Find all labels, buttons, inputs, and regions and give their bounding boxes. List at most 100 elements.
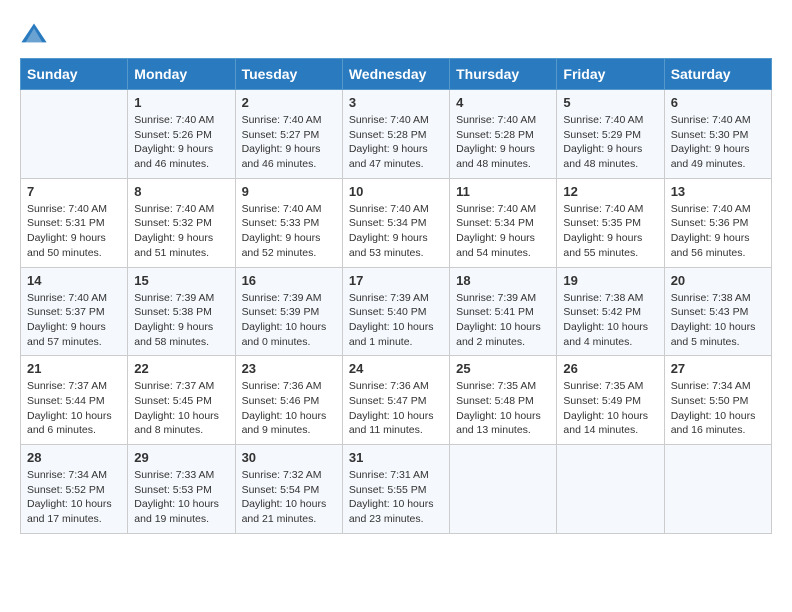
day-number: 5 [563,95,658,110]
sunset-text: Sunset: 5:32 PM [134,217,212,229]
calendar-cell [557,445,664,534]
day-number: 21 [27,361,122,376]
day-number: 1 [134,95,229,110]
sunrise-text: Sunrise: 7:35 AM [563,380,643,392]
daylight-text: Daylight: 9 hours and 58 minutes. [134,321,213,348]
cell-info: Sunrise: 7:34 AM Sunset: 5:50 PM Dayligh… [671,379,766,438]
sunrise-text: Sunrise: 7:40 AM [671,203,751,215]
day-number: 8 [134,184,229,199]
day-number: 12 [563,184,658,199]
day-number: 26 [563,361,658,376]
calendar-cell: 16 Sunrise: 7:39 AM Sunset: 5:39 PM Dayl… [235,267,342,356]
day-number: 6 [671,95,766,110]
day-number: 15 [134,273,229,288]
sunrise-text: Sunrise: 7:40 AM [134,114,214,126]
daylight-text: Daylight: 9 hours and 56 minutes. [671,232,750,259]
daylight-text: Daylight: 9 hours and 46 minutes. [134,143,213,170]
day-number: 29 [134,450,229,465]
calendar-cell: 20 Sunrise: 7:38 AM Sunset: 5:43 PM Dayl… [664,267,771,356]
sunset-text: Sunset: 5:26 PM [134,129,212,141]
day-number: 2 [242,95,337,110]
calendar-cell [450,445,557,534]
sunrise-text: Sunrise: 7:40 AM [349,203,429,215]
calendar-cell: 29 Sunrise: 7:33 AM Sunset: 5:53 PM Dayl… [128,445,235,534]
sunrise-text: Sunrise: 7:31 AM [349,469,429,481]
sunrise-text: Sunrise: 7:38 AM [563,292,643,304]
calendar-cell: 17 Sunrise: 7:39 AM Sunset: 5:40 PM Dayl… [342,267,449,356]
cell-info: Sunrise: 7:40 AM Sunset: 5:30 PM Dayligh… [671,113,766,172]
weekday-header: Thursday [450,59,557,90]
day-number: 25 [456,361,551,376]
calendar-table: SundayMondayTuesdayWednesdayThursdayFrid… [20,58,772,534]
cell-info: Sunrise: 7:34 AM Sunset: 5:52 PM Dayligh… [27,468,122,527]
calendar-cell [664,445,771,534]
sunrise-text: Sunrise: 7:34 AM [27,469,107,481]
cell-info: Sunrise: 7:39 AM Sunset: 5:38 PM Dayligh… [134,291,229,350]
logo-icon [20,20,48,48]
sunset-text: Sunset: 5:47 PM [349,395,427,407]
cell-info: Sunrise: 7:40 AM Sunset: 5:32 PM Dayligh… [134,202,229,261]
calendar-cell: 24 Sunrise: 7:36 AM Sunset: 5:47 PM Dayl… [342,356,449,445]
cell-info: Sunrise: 7:36 AM Sunset: 5:46 PM Dayligh… [242,379,337,438]
daylight-text: Daylight: 10 hours and 17 minutes. [27,498,112,525]
sunrise-text: Sunrise: 7:40 AM [349,114,429,126]
day-number: 18 [456,273,551,288]
day-number: 16 [242,273,337,288]
calendar-week-row: 21 Sunrise: 7:37 AM Sunset: 5:44 PM Dayl… [21,356,772,445]
sunrise-text: Sunrise: 7:32 AM [242,469,322,481]
daylight-text: Daylight: 10 hours and 14 minutes. [563,410,648,437]
calendar-cell: 28 Sunrise: 7:34 AM Sunset: 5:52 PM Dayl… [21,445,128,534]
day-number: 19 [563,273,658,288]
calendar-cell: 22 Sunrise: 7:37 AM Sunset: 5:45 PM Dayl… [128,356,235,445]
cell-info: Sunrise: 7:32 AM Sunset: 5:54 PM Dayligh… [242,468,337,527]
cell-info: Sunrise: 7:33 AM Sunset: 5:53 PM Dayligh… [134,468,229,527]
daylight-text: Daylight: 10 hours and 23 minutes. [349,498,434,525]
calendar-cell: 27 Sunrise: 7:34 AM Sunset: 5:50 PM Dayl… [664,356,771,445]
sunrise-text: Sunrise: 7:35 AM [456,380,536,392]
daylight-text: Daylight: 9 hours and 54 minutes. [456,232,535,259]
calendar-cell: 6 Sunrise: 7:40 AM Sunset: 5:30 PM Dayli… [664,90,771,179]
page-header [20,20,772,48]
calendar-week-row: 28 Sunrise: 7:34 AM Sunset: 5:52 PM Dayl… [21,445,772,534]
weekday-header: Tuesday [235,59,342,90]
daylight-text: Daylight: 10 hours and 11 minutes. [349,410,434,437]
day-number: 13 [671,184,766,199]
sunrise-text: Sunrise: 7:40 AM [27,203,107,215]
sunset-text: Sunset: 5:48 PM [456,395,534,407]
calendar-cell: 5 Sunrise: 7:40 AM Sunset: 5:29 PM Dayli… [557,90,664,179]
sunset-text: Sunset: 5:41 PM [456,306,534,318]
sunset-text: Sunset: 5:31 PM [27,217,105,229]
sunrise-text: Sunrise: 7:40 AM [242,114,322,126]
cell-info: Sunrise: 7:39 AM Sunset: 5:39 PM Dayligh… [242,291,337,350]
sunset-text: Sunset: 5:50 PM [671,395,749,407]
day-number: 3 [349,95,444,110]
calendar-cell [21,90,128,179]
sunset-text: Sunset: 5:34 PM [349,217,427,229]
cell-info: Sunrise: 7:40 AM Sunset: 5:28 PM Dayligh… [349,113,444,172]
cell-info: Sunrise: 7:39 AM Sunset: 5:40 PM Dayligh… [349,291,444,350]
sunrise-text: Sunrise: 7:40 AM [242,203,322,215]
day-number: 27 [671,361,766,376]
calendar-cell: 18 Sunrise: 7:39 AM Sunset: 5:41 PM Dayl… [450,267,557,356]
calendar-cell: 1 Sunrise: 7:40 AM Sunset: 5:26 PM Dayli… [128,90,235,179]
day-number: 22 [134,361,229,376]
cell-info: Sunrise: 7:40 AM Sunset: 5:29 PM Dayligh… [563,113,658,172]
day-number: 9 [242,184,337,199]
cell-info: Sunrise: 7:40 AM Sunset: 5:31 PM Dayligh… [27,202,122,261]
calendar-week-row: 1 Sunrise: 7:40 AM Sunset: 5:26 PM Dayli… [21,90,772,179]
cell-info: Sunrise: 7:40 AM Sunset: 5:35 PM Dayligh… [563,202,658,261]
sunset-text: Sunset: 5:39 PM [242,306,320,318]
cell-info: Sunrise: 7:38 AM Sunset: 5:43 PM Dayligh… [671,291,766,350]
sunrise-text: Sunrise: 7:40 AM [27,292,107,304]
daylight-text: Daylight: 10 hours and 4 minutes. [563,321,648,348]
sunset-text: Sunset: 5:34 PM [456,217,534,229]
cell-info: Sunrise: 7:40 AM Sunset: 5:27 PM Dayligh… [242,113,337,172]
cell-info: Sunrise: 7:37 AM Sunset: 5:44 PM Dayligh… [27,379,122,438]
sunrise-text: Sunrise: 7:39 AM [134,292,214,304]
sunset-text: Sunset: 5:46 PM [242,395,320,407]
sunrise-text: Sunrise: 7:33 AM [134,469,214,481]
calendar-cell: 12 Sunrise: 7:40 AM Sunset: 5:35 PM Dayl… [557,178,664,267]
sunset-text: Sunset: 5:37 PM [27,306,105,318]
cell-info: Sunrise: 7:40 AM Sunset: 5:36 PM Dayligh… [671,202,766,261]
sunrise-text: Sunrise: 7:40 AM [563,203,643,215]
